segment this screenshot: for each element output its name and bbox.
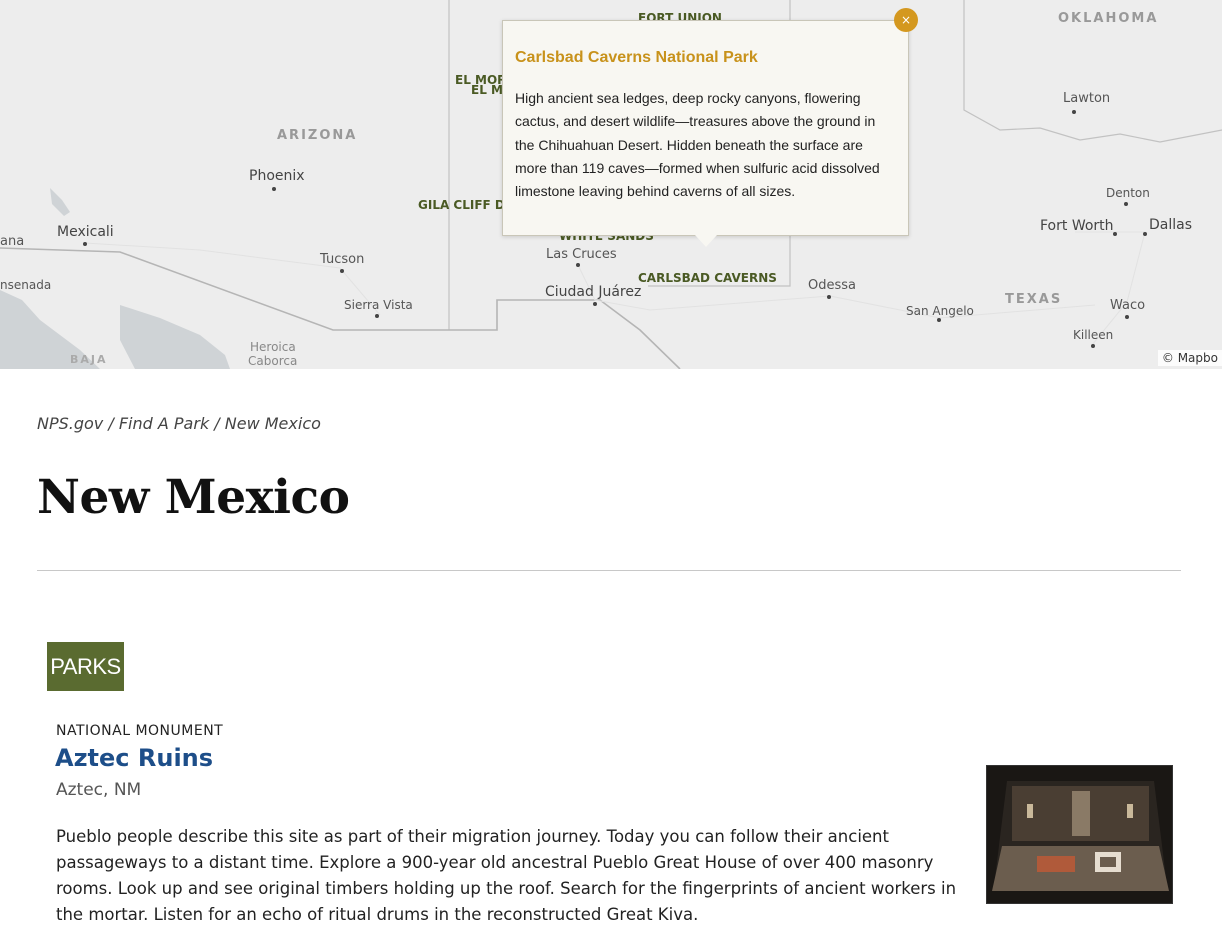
- park-designation: NATIONAL MONUMENT: [56, 723, 224, 739]
- city-label-ciudad-juarez: Ciudad Juárez: [545, 284, 642, 300]
- breadcrumb-separator: /: [209, 414, 225, 433]
- page-title: New Mexico: [37, 470, 350, 525]
- breadcrumb-separator: /: [103, 414, 119, 433]
- divider: [37, 570, 1181, 571]
- city-label-denton: Denton: [1106, 186, 1150, 200]
- park-label-el-malpais[interactable]: EL M: [471, 83, 503, 97]
- region-label-oklahoma: OKLAHOMA: [1058, 11, 1159, 26]
- city-label-ana: ana: [0, 234, 25, 249]
- map-attribution[interactable]: © Mapbo: [1157, 350, 1222, 366]
- breadcrumb-current: New Mexico: [224, 414, 321, 433]
- city-dot: [340, 269, 344, 273]
- region-label-baja: BAJA: [70, 353, 108, 366]
- city-label-waco: Waco: [1110, 298, 1146, 313]
- city-label-caborca: Caborca: [248, 354, 298, 368]
- park-map[interactable]: OKLAHOMA ARIZONA TEXAS BAJA Lawton Phoen…: [0, 0, 1222, 369]
- city-label-killeen: Killeen: [1073, 328, 1114, 342]
- park-description: Pueblo people describe this site as part…: [56, 827, 957, 924]
- city-label-odessa: Odessa: [808, 278, 856, 293]
- breadcrumb: NPS.gov / Find A Park / New Mexico: [37, 414, 321, 433]
- city-dot: [1113, 232, 1117, 236]
- city-dot: [83, 242, 87, 246]
- city-dot: [1091, 344, 1095, 348]
- park-label-gila-cliff[interactable]: GILA CLIFF D: [418, 198, 505, 212]
- city-label-san-angelo: San Angelo: [906, 304, 974, 318]
- park-label-carlsbad[interactable]: CARLSBAD CAVERNS: [638, 271, 777, 285]
- city-dot: [1143, 232, 1147, 236]
- popup-pointer: [695, 235, 717, 247]
- city-dot: [576, 263, 580, 267]
- popup-description: High ancient sea ledges, deep rocky cany…: [515, 90, 880, 200]
- city-dot: [1072, 110, 1076, 114]
- popup-title: Carlsbad Caverns National Park: [515, 49, 758, 66]
- parks-section-badge: PARKS: [47, 642, 124, 691]
- city-dot: [1124, 202, 1128, 206]
- city-label-tucson: Tucson: [320, 252, 365, 267]
- city-dot: [937, 318, 941, 322]
- kiva-interior-image: [987, 766, 1172, 903]
- city-dot: [375, 314, 379, 318]
- park-photo[interactable]: [986, 765, 1173, 904]
- city-dot: [827, 295, 831, 299]
- city-dot: [593, 302, 597, 306]
- breadcrumb-link-nps[interactable]: NPS.gov: [37, 414, 103, 433]
- city-label-heroica: Heroica: [250, 340, 296, 354]
- city-label-dallas: Dallas: [1149, 217, 1193, 233]
- city-label-las-cruces: Las Cruces: [546, 247, 617, 262]
- map-popup: Carlsbad Caverns National Park High anci…: [502, 20, 909, 236]
- city-label-lawton: Lawton: [1063, 91, 1111, 106]
- park-location: Aztec, NM: [56, 780, 142, 800]
- region-label-arizona: ARIZONA: [277, 128, 358, 143]
- city-label-sierra-vista: Sierra Vista: [344, 298, 413, 312]
- city-label-phoenix: Phoenix: [249, 168, 305, 184]
- city-label-mexicali: Mexicali: [57, 224, 114, 240]
- city-dot: [1125, 315, 1129, 319]
- city-label-fort-worth: Fort Worth: [1040, 218, 1114, 234]
- popup-close-button[interactable]: ×: [894, 8, 918, 32]
- region-label-texas: TEXAS: [1005, 292, 1063, 307]
- city-dot: [272, 187, 276, 191]
- breadcrumb-link-find-a-park[interactable]: Find A Park: [119, 414, 209, 433]
- city-label-ensenada: nsenada: [0, 278, 52, 292]
- park-name-link[interactable]: Aztec Ruins: [55, 744, 213, 772]
